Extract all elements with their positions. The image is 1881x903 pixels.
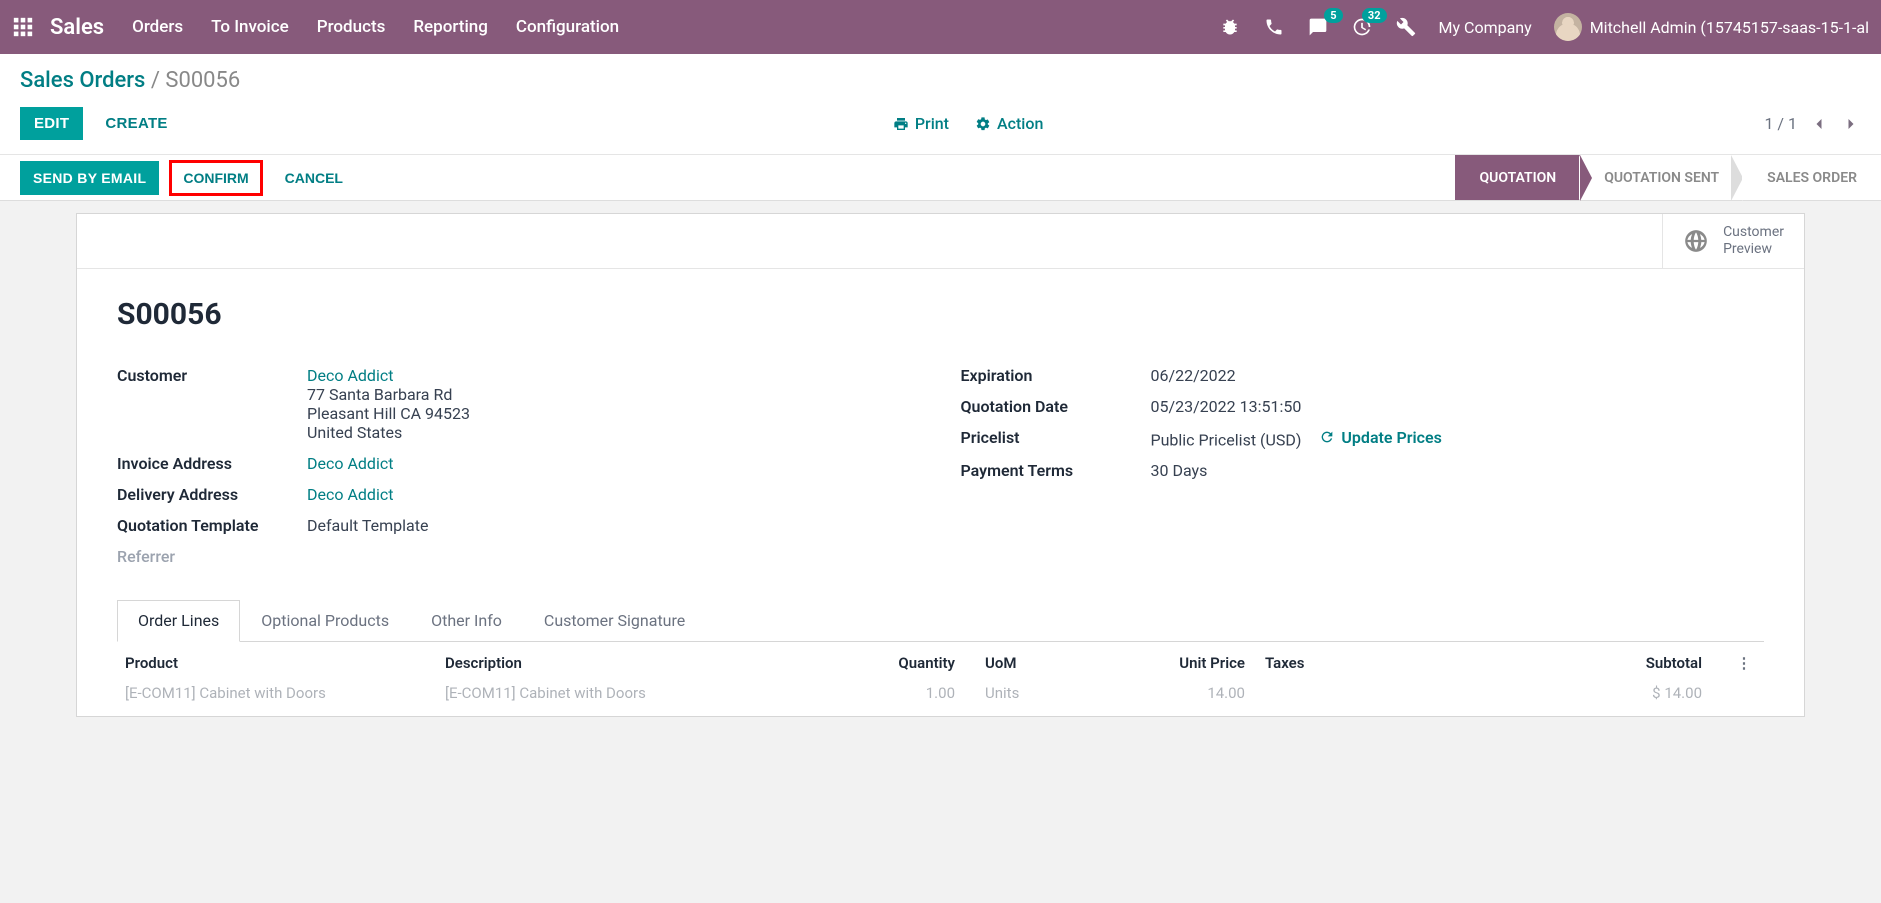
terms-value: 30 Days xyxy=(1151,461,1765,480)
activity-icon[interactable]: 32 xyxy=(1351,16,1373,38)
gear-icon xyxy=(975,116,991,132)
customer-preview-button[interactable]: Customer Preview xyxy=(1662,214,1804,268)
th-unit-price: Unit Price xyxy=(1115,654,1245,672)
nav-reporting[interactable]: Reporting xyxy=(413,17,488,37)
cell-price: 14.00 xyxy=(1115,684,1245,702)
control-bar: Sales Orders / S00056 EDIT CREATE Print … xyxy=(0,54,1881,155)
nav-products[interactable]: Products xyxy=(317,17,386,37)
statusbar: QUOTATION QUOTATION SENT SALES ORDER xyxy=(1455,155,1881,200)
print-button[interactable]: Print xyxy=(893,114,949,133)
template-label: Quotation Template xyxy=(117,516,307,535)
terms-label: Payment Terms xyxy=(961,461,1151,480)
referrer-label: Referrer xyxy=(117,547,307,566)
breadcrumb-root[interactable]: Sales Orders xyxy=(20,68,145,93)
confirm-button[interactable]: CONFIRM xyxy=(171,162,260,194)
nav-right: 5 32 My Company Mitchell Admin (15745157… xyxy=(1219,13,1869,41)
pager: 1 / 1 xyxy=(1764,114,1861,134)
print-icon xyxy=(893,116,909,132)
nav-to-invoice[interactable]: To Invoice xyxy=(211,17,289,37)
tab-customer-signature[interactable]: Customer Signature xyxy=(523,600,706,641)
status-sales-order[interactable]: SALES ORDER xyxy=(1743,155,1881,200)
status-quotation[interactable]: QUOTATION xyxy=(1455,155,1580,200)
company-selector[interactable]: My Company xyxy=(1439,18,1532,37)
pricelist-value: Public Pricelist (USD) xyxy=(1151,430,1302,449)
cell-subtotal: $ 14.00 xyxy=(1395,684,1732,702)
refresh-icon xyxy=(1319,429,1335,445)
messages-icon[interactable]: 5 xyxy=(1307,16,1329,38)
avatar xyxy=(1554,13,1582,41)
breadcrumb-sep: / xyxy=(151,68,160,93)
tab-optional-products[interactable]: Optional Products xyxy=(240,600,410,641)
globe-icon xyxy=(1683,228,1709,254)
brand[interactable]: Sales xyxy=(50,15,104,40)
pricelist-label: Pricelist xyxy=(961,428,1151,447)
kebab-icon[interactable]: ⋮ xyxy=(1732,654,1756,672)
th-taxes: Taxes xyxy=(1245,654,1395,672)
user-menu[interactable]: Mitchell Admin (15745157-saas-15-1-al xyxy=(1554,13,1869,41)
th-subtotal: Subtotal xyxy=(1395,654,1732,672)
stat-line1: Customer xyxy=(1723,224,1784,241)
invoice-link[interactable]: Deco Addict xyxy=(307,454,393,473)
activity-badge: 32 xyxy=(1362,8,1387,23)
create-button[interactable]: CREATE xyxy=(101,109,171,138)
cell-product: [E-COM11] Cabinet with Doors xyxy=(125,684,445,702)
table-header: Product Description Quantity UoM Unit Pr… xyxy=(117,642,1764,678)
template-value: Default Template xyxy=(307,516,921,535)
user-name: Mitchell Admin (15745157-saas-15-1-al xyxy=(1590,18,1869,37)
print-label: Print xyxy=(915,114,949,133)
nav-configuration[interactable]: Configuration xyxy=(516,17,619,37)
record-title: S00056 xyxy=(117,297,1764,332)
th-uom: UoM xyxy=(985,654,1115,672)
qdate-value: 05/23/2022 13:51:50 xyxy=(1151,397,1765,416)
nav-menu: Orders To Invoice Products Reporting Con… xyxy=(132,17,1218,37)
delivery-label: Delivery Address xyxy=(117,485,307,504)
expiration-value: 06/22/2022 xyxy=(1151,366,1765,385)
top-nav: Sales Orders To Invoice Products Reporti… xyxy=(0,0,1881,54)
addr-line2: Pleasant Hill CA 94523 xyxy=(307,404,470,423)
action-button[interactable]: Action xyxy=(975,114,1043,133)
cell-qty: 1.00 xyxy=(825,684,985,702)
tabs: Order Lines Optional Products Other Info… xyxy=(117,600,1764,642)
pager-prev[interactable] xyxy=(1809,114,1829,134)
table-row[interactable]: [E-COM11] Cabinet with Doors [E-COM11] C… xyxy=(117,678,1764,708)
debug-icon[interactable] xyxy=(1219,16,1241,38)
messages-badge: 5 xyxy=(1324,8,1342,23)
tools-icon[interactable] xyxy=(1395,16,1417,38)
expiration-label: Expiration xyxy=(961,366,1151,385)
cell-desc: [E-COM11] Cabinet with Doors xyxy=(445,684,825,702)
form-sheet: Customer Preview S00056 Customer Deco Ad… xyxy=(76,213,1805,717)
customer-label: Customer xyxy=(117,366,307,385)
qdate-label: Quotation Date xyxy=(961,397,1151,416)
cancel-button[interactable]: CANCEL xyxy=(273,162,355,194)
th-quantity: Quantity xyxy=(825,654,985,672)
nav-orders[interactable]: Orders xyxy=(132,17,183,37)
th-description: Description xyxy=(445,654,825,672)
update-prices-button[interactable]: Update Prices xyxy=(1319,428,1441,447)
delivery-link[interactable]: Deco Addict xyxy=(307,485,393,504)
status-quotation-sent[interactable]: QUOTATION SENT xyxy=(1580,155,1743,200)
stat-line2: Preview xyxy=(1723,241,1784,258)
cell-uom: Units xyxy=(985,684,1115,702)
breadcrumb-current: S00056 xyxy=(165,68,240,93)
tab-other-info[interactable]: Other Info xyxy=(410,600,523,641)
apps-icon[interactable] xyxy=(12,16,36,38)
addr-line1: 77 Santa Barbara Rd xyxy=(307,385,452,404)
action-label: Action xyxy=(997,114,1043,133)
th-product: Product xyxy=(125,654,445,672)
send-by-email-button[interactable]: SEND BY EMAIL xyxy=(20,161,159,195)
breadcrumb: Sales Orders / S00056 xyxy=(20,68,240,93)
addr-line3: United States xyxy=(307,423,402,442)
pager-next[interactable] xyxy=(1841,114,1861,134)
phone-icon[interactable] xyxy=(1263,16,1285,38)
tab-order-lines[interactable]: Order Lines xyxy=(117,600,240,642)
status-row: SEND BY EMAIL CONFIRM CANCEL QUOTATION Q… xyxy=(0,155,1881,201)
invoice-label: Invoice Address xyxy=(117,454,307,473)
edit-button[interactable]: EDIT xyxy=(20,107,83,140)
pager-text: 1 / 1 xyxy=(1764,114,1797,133)
update-prices-label: Update Prices xyxy=(1341,428,1441,447)
customer-link[interactable]: Deco Addict xyxy=(307,366,393,385)
